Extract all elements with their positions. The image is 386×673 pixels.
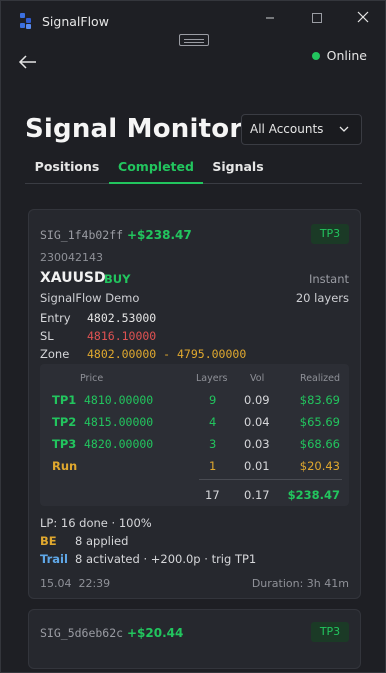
table-row-name: Run [52,459,78,473]
signal-pnl: +$20.44 [127,626,184,640]
table-row-price: 4810.00000 [84,393,154,407]
table-row-realized: $68.66 [299,437,340,451]
connection-status: Online [311,48,367,63]
be-value: 8 applied [75,534,129,548]
signal-pnl: +$238.47 [127,228,192,242]
table-row-name: TP2 [52,415,77,429]
page-title: Signal Monitor [25,114,243,144]
total-layers: 17 [205,488,220,502]
app-title: SignalFlow [42,14,109,29]
duration: Duration: 3h 41m [251,577,349,590]
table-row-price: 4815.00000 [84,415,154,429]
account-name: SignalFlow Demo [40,291,140,305]
tab-positions[interactable]: Positions [25,157,109,183]
minimize-icon[interactable] [258,9,282,27]
status-badge: TP3 [311,224,349,244]
maximize-icon[interactable] [305,9,329,27]
table-row-vol: 0.01 [244,459,270,473]
close-icon[interactable] [351,9,375,27]
execution-type: Instant [308,272,349,286]
table-row-name: TP1 [52,393,77,407]
ticket-number: 230042143 [40,251,103,264]
totals-divider [199,479,342,480]
table-row-realized: $20.43 [299,459,340,473]
table-row-layers: 4 [209,415,217,429]
total-vol: 0.17 [244,488,270,502]
table-row-layers: 9 [209,393,217,407]
table-row-realized: $65.69 [299,415,340,429]
signal-card[interactable]: SIG_1f4b02ff +$238.47 TP3 230042143 XAUU… [28,209,361,599]
column-header-price: Price [80,373,104,384]
table-row-layers: 3 [209,437,217,451]
status-label: Online [326,48,367,63]
table-row-price: 4820.00000 [84,437,154,451]
drag-handle-icon[interactable] [179,34,209,46]
trail-value: 8 activated · +200.0p · trig TP1 [75,552,257,566]
app-window: SignalFlow Online Signal Monitor All Acc… [0,0,386,673]
sl-label: SL [40,329,54,343]
zone-label: Zone [40,347,70,361]
status-dot-icon [311,51,320,60]
table-row-layers: 1 [209,459,217,473]
column-header-layers: Layers [196,373,228,384]
signal-card[interactable]: SIG_5d6eb62c +$20.44 TP3 [28,609,361,669]
trade-side: BUY [104,272,131,286]
signalflow-logo-icon [20,13,31,29]
tab-bar: Positions Completed Signals [25,157,362,184]
be-label: BE [40,534,57,548]
entry-zone: 4802.00000 - 4795.00000 [87,347,247,361]
entry-price: 4802.53000 [87,311,157,325]
tab-signals[interactable]: Signals [203,157,273,183]
table-row-vol: 0.04 [244,415,270,429]
symbol: XAUUSD [40,270,106,286]
tab-completed[interactable]: Completed [109,157,203,184]
stop-loss-price: 4816.10000 [87,329,157,343]
table-row-vol: 0.09 [244,393,270,407]
column-header-vol: Vol [250,373,265,384]
table-row-vol: 0.03 [244,437,270,451]
lp-status: LP: 16 done · 100% [40,516,152,530]
column-header-realized: Realized [300,373,340,384]
closed-timestamp: 15.04 22:39 [40,577,111,590]
table-row-realized: $83.69 [299,393,340,407]
back-arrow-icon[interactable] [15,51,41,73]
trail-label: Trail [40,552,68,566]
status-badge: TP3 [311,622,349,642]
completed-signals-list[interactable]: SIG_1f4b02ff +$238.47 TP3 230042143 XAUU… [1,185,385,672]
total-realized: $238.47 [287,488,340,502]
account-filter-dropdown[interactable]: All Accounts [241,114,362,145]
signal-id: SIG_5d6eb62c [40,626,124,640]
entry-label: Entry [40,311,71,325]
layer-count: 20 layers [295,291,349,305]
chevron-down-icon [339,126,349,132]
take-profit-table: Price Layers Vol Realized TP1 4810.00000… [40,364,349,506]
table-row-name: TP3 [52,437,77,451]
signal-id: SIG_1f4b02ff [40,228,124,242]
account-filter-value: All Accounts [250,122,324,136]
